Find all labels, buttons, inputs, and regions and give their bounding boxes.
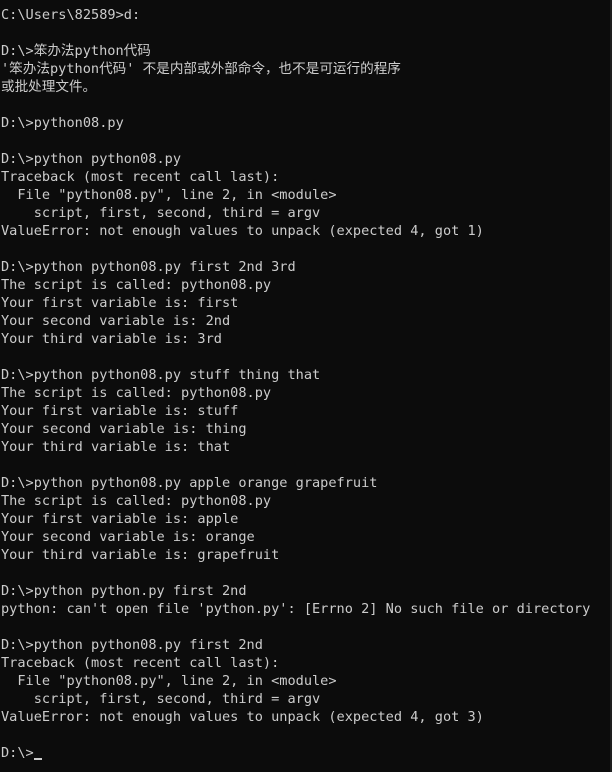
terminal-line: Your first variable is: apple bbox=[1, 511, 239, 527]
terminal-line: File "python08.py", line 2, in <module> bbox=[1, 673, 337, 689]
terminal-line: Your second variable is: orange bbox=[1, 529, 255, 545]
terminal-line: Your third variable is: that bbox=[1, 439, 231, 455]
terminal-line: The script is called: python08.py bbox=[1, 277, 272, 293]
terminal-line: Traceback (most recent call last): bbox=[1, 655, 280, 671]
terminal-line: D:\>笨办法python代码 bbox=[1, 43, 151, 59]
terminal-line: D:\>python08.py bbox=[1, 115, 124, 131]
terminal-line: Your first variable is: first bbox=[1, 295, 239, 311]
terminal-line: C:\Users\82589>d: bbox=[1, 7, 141, 23]
terminal-line: ValueError: not enough values to unpack … bbox=[1, 223, 484, 239]
terminal-line: Your second variable is: thing bbox=[1, 421, 247, 437]
terminal-line: Your third variable is: grapefruit bbox=[1, 547, 280, 563]
command-prompt-line[interactable]: D:\> bbox=[0, 744, 610, 762]
terminal-line: The script is called: python08.py bbox=[1, 385, 272, 401]
terminal-line: D:\>python python08.py stuff thing that bbox=[1, 367, 321, 383]
terminal-line: Your third variable is: 3rd bbox=[1, 331, 222, 347]
terminal-line: ValueError: not enough values to unpack … bbox=[1, 709, 484, 725]
terminal-line: Your second variable is: 2nd bbox=[1, 313, 231, 329]
terminal-line: python: can't open file 'python.py': [Er… bbox=[1, 601, 591, 617]
terminal-line: D:\>python python08.py apple orange grap… bbox=[1, 475, 378, 491]
terminal-line: Your first variable is: stuff bbox=[1, 403, 239, 419]
terminal-line: Traceback (most recent call last): bbox=[1, 169, 280, 185]
terminal-line: D:\>python python08.py bbox=[1, 151, 182, 167]
terminal-line: D:\>python python08.py first 2nd bbox=[1, 637, 263, 653]
prompt-text: D:\> bbox=[1, 745, 34, 761]
terminal-line: D:\>python python.py first 2nd bbox=[1, 583, 247, 599]
terminal-line: script, first, second, third = argv bbox=[1, 205, 321, 221]
terminal-line: '笨办法python代码' 不是内部或外部命令，也不是可运行的程序 bbox=[1, 61, 401, 77]
terminal-line: D:\>python python08.py first 2nd 3rd bbox=[1, 259, 296, 275]
terminal-output[interactable]: C:\Users\82589>d: D:\>笨办法python代码 '笨办法py… bbox=[0, 0, 610, 772]
terminal-line: File "python08.py", line 2, in <module> bbox=[1, 187, 337, 203]
terminal-line: 或批处理文件。 bbox=[1, 79, 97, 95]
terminal-line: The script is called: python08.py bbox=[1, 493, 272, 509]
text-cursor bbox=[33, 758, 42, 760]
terminal-line: script, first, second, third = argv bbox=[1, 691, 321, 707]
